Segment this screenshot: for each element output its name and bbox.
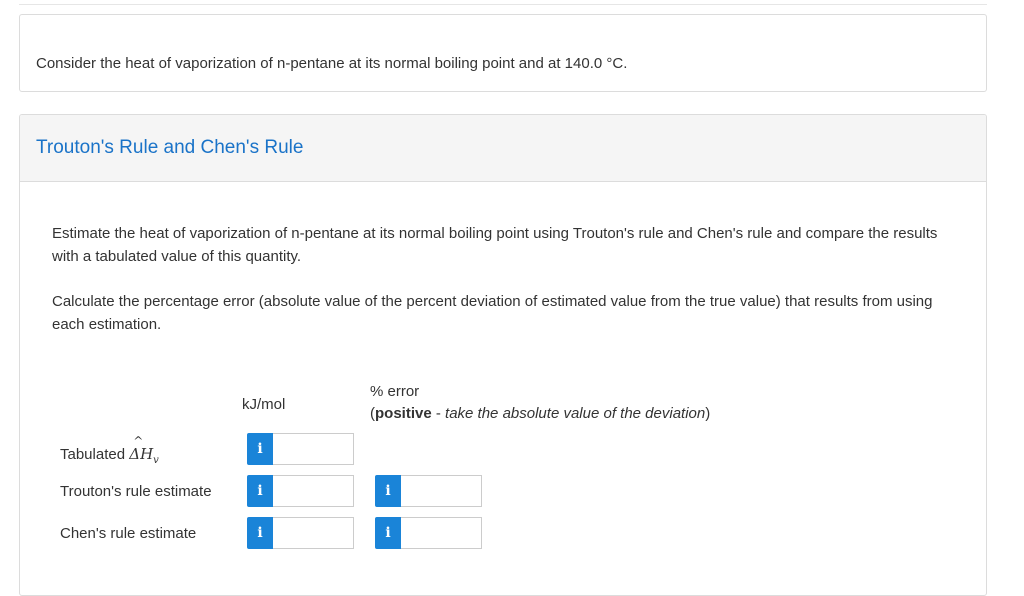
tabulated-label: Tabulated: [60, 446, 126, 463]
section-title[interactable]: Trouton's Rule and Chen's Rule: [36, 137, 303, 159]
hat-accent: ^: [133, 434, 144, 448]
chen-error-field: i: [375, 517, 482, 549]
row-label-chen: Chen's rule estimate: [60, 525, 197, 542]
error-note-close: ): [705, 405, 711, 422]
row-label-tabulated: Tabulated ^ ΔHv: [60, 434, 159, 466]
error-note-bold: positive: [375, 405, 432, 422]
column-header-error: % error: [370, 383, 420, 400]
tabulated-kjmol-field: i: [247, 433, 354, 465]
trouton-kjmol-field: i: [247, 475, 354, 507]
info-icon[interactable]: i: [247, 517, 273, 549]
section-card: Trouton's Rule and Chen's Rule Estimate …: [19, 114, 987, 596]
section-header: Trouton's Rule and Chen's Rule: [20, 115, 986, 182]
error-note-sep: -: [431, 405, 446, 422]
chen-kjmol-input[interactable]: [273, 517, 354, 549]
trouton-error-field: i: [375, 475, 482, 507]
top-divider: [19, 4, 987, 5]
error-note: (positive - take the absolute value of t…: [370, 405, 710, 422]
chen-error-input[interactable]: [401, 517, 482, 549]
instruction-paragraph-2: Calculate the percentage error (absolute…: [52, 293, 933, 333]
trouton-error-input[interactable]: [401, 475, 482, 507]
trouton-kjmol-input[interactable]: [273, 475, 354, 507]
row-label-trouton: Trouton's rule estimate: [60, 483, 212, 500]
column-header-kjmol: kJ/mol: [242, 396, 286, 413]
info-icon[interactable]: i: [247, 475, 273, 507]
instruction-paragraph-1: Estimate the heat of vaporization of n-p…: [52, 225, 938, 265]
intro-card: Consider the heat of vaporization of n-p…: [19, 14, 987, 92]
info-icon[interactable]: i: [247, 433, 273, 465]
tabulated-kjmol-input[interactable]: [273, 433, 354, 465]
chen-kjmol-field: i: [247, 517, 354, 549]
info-icon[interactable]: i: [375, 517, 401, 549]
delta-h-subscript: v: [153, 455, 159, 466]
delta-h-symbol: ^ ΔHv: [129, 434, 159, 466]
info-icon[interactable]: i: [375, 475, 401, 507]
intro-text: Consider the heat of vaporization of n-p…: [36, 55, 628, 72]
error-note-italic: take the absolute value of the deviation: [445, 405, 706, 422]
